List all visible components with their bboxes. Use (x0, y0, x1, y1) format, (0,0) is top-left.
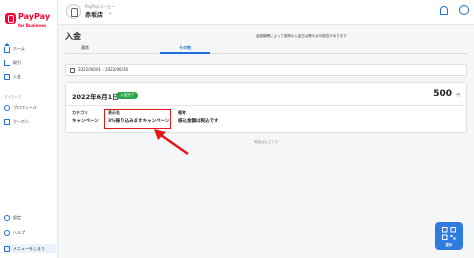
active-tab-indicator (160, 52, 210, 54)
coupon-icon (4, 118, 10, 125)
qr-present-button[interactable]: 提示 (435, 222, 463, 250)
bell-icon[interactable] (440, 6, 448, 15)
user-icon[interactable] (459, 5, 469, 15)
collapse-menu-button[interactable]: メニューをしまう (4, 244, 56, 253)
home-icon (4, 42, 10, 53)
qr-button-label: 提示 (445, 243, 453, 247)
help-icon (4, 229, 10, 236)
category-label: カテゴリ (72, 110, 88, 115)
sidebar-item-deposit[interactable]: 入金 (4, 72, 56, 81)
date-range-value: 2022/06/01 - 2022/06/30 (78, 67, 129, 72)
remarks-label: 備考 (178, 110, 186, 115)
remarks-value: 振込金額は税込です (178, 119, 219, 124)
sidebar-item-transactions[interactable]: 取引 (4, 58, 56, 67)
gear-icon (4, 214, 10, 221)
deposit-date: 2022年6月1日 (72, 93, 119, 101)
qr-code-icon (442, 227, 456, 240)
deposit-amount: 500 (433, 89, 452, 99)
deposit-notice: 金融機関によって実際の入金日は異なる可能性があります (256, 34, 347, 38)
tab-bar: 通常 その他 (65, 44, 467, 54)
chevron-down-icon[interactable]: ⌄ (108, 10, 112, 16)
sidebar-item-home[interactable]: ホーム (4, 42, 56, 53)
store-avatar[interactable] (66, 4, 81, 19)
sidebar-item-label: メニューをしまう (13, 245, 45, 251)
sidebar-item-coupon[interactable]: クーポン (4, 117, 56, 126)
paypay-logo-icon (5, 13, 16, 24)
sidebar-item-label: ホーム (13, 45, 25, 51)
calendar-icon (70, 68, 75, 73)
date-range-picker[interactable]: 2022/06/01 - 2022/06/30 (65, 64, 467, 76)
brand-name: PayPay (18, 12, 51, 21)
sidebar-item-label: 入金 (13, 73, 21, 79)
close-menu-icon (4, 245, 10, 252)
profile-icon (4, 104, 10, 111)
sidebar-section-label: マイストア (4, 95, 22, 99)
sales-icon (4, 59, 10, 66)
divider (66, 105, 466, 106)
sidebar-item-label: ヘルプ (13, 229, 25, 235)
highlight-box (104, 109, 171, 129)
top-header: PayPayコーヒー 赤坂店 ⌄ (58, 0, 474, 25)
tab-other[interactable]: その他 (165, 45, 205, 51)
sidebar-item-label: 設定 (13, 214, 21, 220)
sidebar-item-help[interactable]: ヘルプ (4, 228, 56, 237)
category-value: キャンペーン (72, 119, 99, 124)
amount-unit: 円 (456, 93, 461, 97)
status-badge: 入金完了 (116, 92, 138, 99)
sidebar-item-label: プロフィール (13, 104, 37, 110)
sidebar-item-label: クーポン (13, 118, 29, 124)
sidebar-item-settings[interactable]: 設定 (4, 213, 56, 222)
deposit-icon (4, 73, 10, 80)
store-switcher[interactable]: 赤坂店 (85, 10, 103, 19)
tab-normal[interactable]: 通常 (65, 45, 105, 51)
paypay-logo[interactable]: PayPay for Business (4, 12, 56, 36)
sidebar-item-profile[interactable]: プロフィール (4, 103, 56, 112)
sidebar-item-label: 取引 (13, 59, 21, 65)
sidebar: PayPay for Business ホーム 取引 入金 マイストア プロフィ… (0, 0, 58, 258)
brand-sub: for Business (18, 23, 46, 28)
page-title: 入金 (65, 32, 81, 41)
end-of-list-text: 明細は以上です (253, 140, 279, 144)
